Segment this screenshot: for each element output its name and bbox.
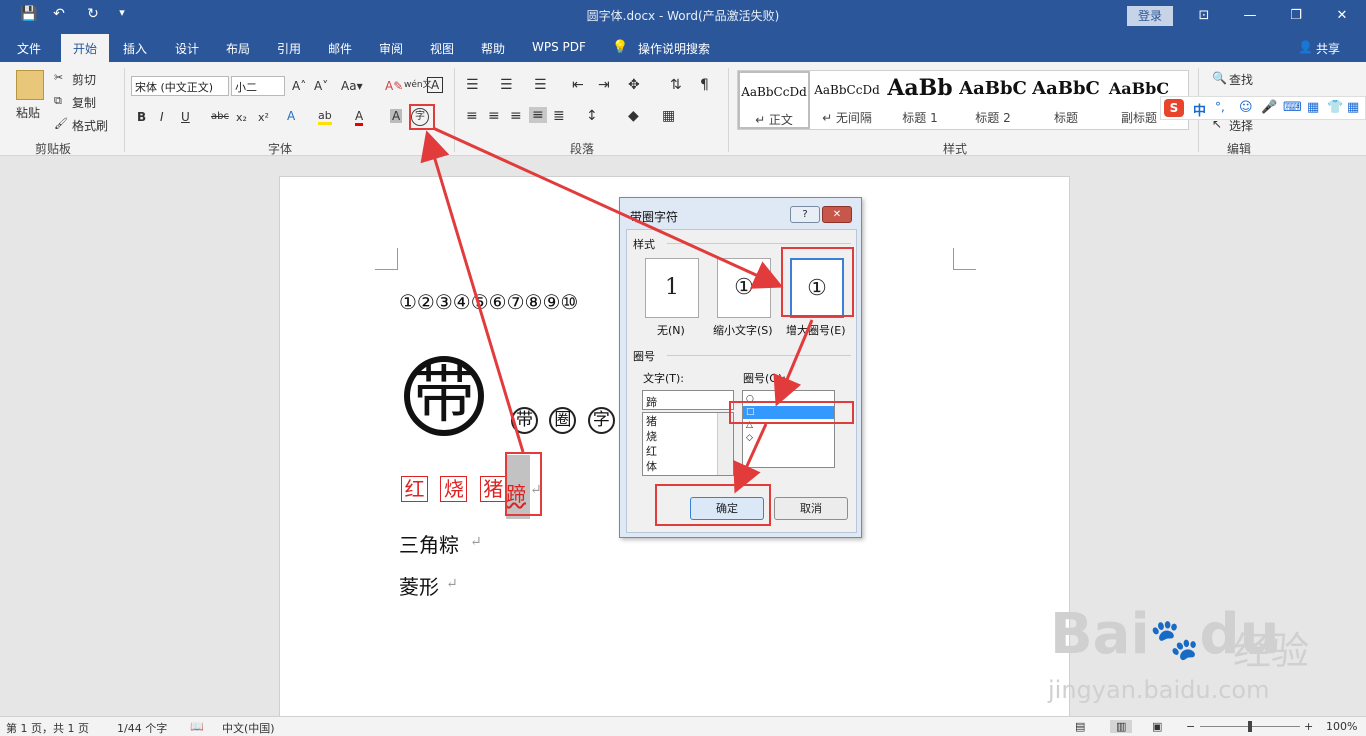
page-count[interactable]: 第 1 页，共 1 页 bbox=[6, 720, 89, 736]
zoom-slider-thumb[interactable] bbox=[1248, 721, 1252, 732]
zoom-out-icon[interactable]: − bbox=[1186, 720, 1195, 733]
arrow bbox=[773, 319, 814, 407]
print-layout-icon[interactable]: ▥ bbox=[1110, 720, 1133, 733]
zoom-level[interactable]: 100% bbox=[1326, 720, 1357, 733]
language-status[interactable]: 中文(中国) bbox=[222, 720, 275, 736]
word-count[interactable]: 1/44 个字 bbox=[117, 720, 167, 736]
watermark-url: jingyan.baidu.com bbox=[1048, 676, 1270, 704]
zoom-in-icon[interactable]: + bbox=[1304, 720, 1313, 733]
watermark-jingyan: 经验 bbox=[1233, 629, 1310, 673]
proofing-icon[interactable]: 📖 bbox=[190, 720, 204, 733]
status-bar: 第 1 页，共 1 页 1/44 个字 📖 中文(中国) ▤ ▥ ▣ − + 1… bbox=[0, 716, 1366, 736]
arrow bbox=[733, 423, 768, 494]
arrow bbox=[420, 130, 525, 453]
watermark-bai: Bai bbox=[1050, 602, 1150, 667]
web-layout-icon[interactable]: ▣ bbox=[1152, 720, 1162, 733]
paw-icon: 🐾 bbox=[1149, 617, 1200, 663]
arrow bbox=[432, 126, 784, 289]
read-mode-icon[interactable]: ▤ bbox=[1075, 720, 1085, 733]
